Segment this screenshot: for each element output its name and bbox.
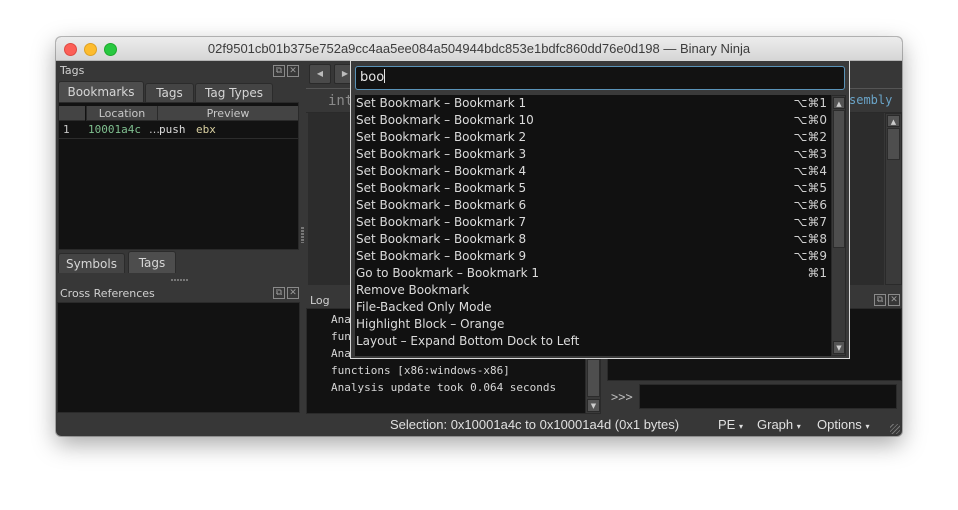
back-button[interactable]: ◀ <box>309 64 331 84</box>
command-item[interactable]: Set Bookmark – Bookmark 3 ⌥⌘3 <box>356 146 827 163</box>
chevron-down-icon: ▾ <box>738 422 743 431</box>
log-scroll-thumb[interactable] <box>587 359 600 397</box>
back-arrow-icon: ◀ <box>316 69 324 78</box>
log-pane-controls: ⧉ ✕ <box>874 294 900 306</box>
graph-view-scrollbar[interactable]: ▲ <box>885 113 902 285</box>
options-menu[interactable]: Options ▾ <box>817 417 869 432</box>
shortcut: ⌥⌘1 <box>793 96 827 110</box>
row-preview-op: push <box>159 123 186 136</box>
log-line: functions [x86:windows-x86] <box>331 364 510 377</box>
command-item[interactable]: Set Bookmark – Bookmark 5 ⌥⌘5 <box>356 180 827 197</box>
row-location: 10001a4c <box>88 123 141 136</box>
scroll-thumb[interactable] <box>833 110 845 248</box>
tab-bookmarks[interactable]: Bookmarks <box>58 81 144 102</box>
command-item[interactable]: Set Bookmark – Bookmark 9 ⌥⌘9 <box>356 248 827 265</box>
bookmarks-table: Location Preview 1 10001a4c … push ebx <box>58 102 299 250</box>
row-preview-arg: ebx <box>196 123 216 136</box>
command-item[interactable]: Remove Bookmark <box>356 282 827 299</box>
row-index: 1 <box>63 123 70 136</box>
horizontal-splitter-handle[interactable] <box>171 279 188 281</box>
log-line: Ana <box>331 347 351 360</box>
command-item[interactable]: Go to Bookmark – Bookmark 1 ⌘1 <box>356 265 827 282</box>
selection-status: Selection: 0x10001a4c to 0x10001a4d (0x1… <box>390 417 680 432</box>
command-list: Set Bookmark – Bookmark 1 ⌥⌘1 Set Bookmar… <box>355 95 831 356</box>
close-pane-icon[interactable]: ✕ <box>287 65 299 77</box>
cross-references-title: Cross References <box>60 287 155 300</box>
command-item[interactable]: Set Bookmark – Bookmark 2 ⌥⌘2 <box>356 129 827 146</box>
command-item[interactable]: Layout – Expand Bottom Dock to Left <box>356 333 827 350</box>
command-item[interactable]: Highlight Block – Orange <box>356 316 827 333</box>
xrefs-pane-controls: ⧉ ✕ <box>273 287 299 299</box>
shortcut: ⌥⌘4 <box>793 164 827 178</box>
shortcut: ⌥⌘6 <box>793 198 827 212</box>
log-line: fun <box>331 330 351 343</box>
close-pane-icon[interactable]: ✕ <box>287 287 299 299</box>
title-bar: 02f9501cb01b375e752a9cc4aa5ee084a504944b… <box>56 37 902 61</box>
command-item[interactable]: File-Backed Only Mode <box>356 299 827 316</box>
close-pane-icon[interactable]: ✕ <box>888 294 900 306</box>
float-pane-icon[interactable]: ⧉ <box>273 287 285 299</box>
shortcut: ⌥⌘3 <box>793 147 827 161</box>
tags-pane-title: Tags <box>60 64 85 77</box>
tags-pane-controls: ⧉ ✕ <box>273 65 299 77</box>
command-item[interactable]: Set Bookmark – Bookmark 1 ⌥⌘1 <box>356 95 827 112</box>
shortcut: ⌥⌘8 <box>793 232 827 246</box>
command-list-scrollbar[interactable]: ▲ ▼ <box>831 95 846 356</box>
column-header-location[interactable]: Location <box>86 106 157 121</box>
graph-menu[interactable]: Graph ▾ <box>757 417 801 432</box>
scroll-down-button[interactable]: ▼ <box>833 341 845 354</box>
tab-tags[interactable]: Tags <box>145 83 194 102</box>
vertical-splitter-handle[interactable] <box>301 227 304 243</box>
log-line: Analysis update took 0.064 seconds <box>331 381 557 394</box>
command-item[interactable]: Set Bookmark – Bookmark 8 ⌥⌘8 <box>356 231 827 248</box>
command-item[interactable]: Set Bookmark – Bookmark 7 ⌥⌘7 <box>356 214 827 231</box>
scroll-up-button[interactable]: ▲ <box>833 97 845 109</box>
shortcut: ⌘1 <box>807 266 827 280</box>
scroll-thumb[interactable] <box>887 128 900 160</box>
shortcut: ⌥⌘2 <box>793 130 827 144</box>
pe-menu[interactable]: PE ▾ <box>718 417 743 432</box>
float-pane-icon[interactable]: ⧉ <box>874 294 886 306</box>
float-pane-icon[interactable]: ⧉ <box>273 65 285 77</box>
tab-tags-bottom[interactable]: Tags <box>128 251 176 273</box>
scroll-up-button[interactable]: ▲ <box>887 115 900 127</box>
shortcut: ⌥⌘5 <box>793 181 827 195</box>
tab-symbols[interactable]: Symbols <box>58 253 125 273</box>
command-item[interactable]: Set Bookmark – Bookmark 4 ⌥⌘4 <box>356 163 827 180</box>
command-item[interactable]: Set Bookmark – Bookmark 10 ⌥⌘0 <box>356 112 827 129</box>
column-header-index[interactable] <box>59 106 85 121</box>
text-caret <box>384 69 386 83</box>
shortcut: ⌥⌘0 <box>793 113 827 127</box>
view-type-partial-right[interactable]: sembly <box>849 93 892 107</box>
tab-tag-types[interactable]: Tag Types <box>195 83 273 102</box>
table-row[interactable]: 1 10001a4c … push ebx <box>59 122 298 139</box>
shortcut: ⌥⌘9 <box>793 249 827 263</box>
command-palette: boo Set Bookmark – Bookmark 1 ⌥⌘1 Set Boo… <box>350 60 850 359</box>
log-line: Ana <box>331 313 351 326</box>
command-item[interactable]: Set Bookmark – Bookmark 6 ⌥⌘6 <box>356 197 827 214</box>
log-scroll-down-button[interactable]: ▼ <box>587 399 600 412</box>
column-header-preview[interactable]: Preview <box>157 106 298 121</box>
window-title: 02f9501cb01b375e752a9cc4aa5ee084a504944b… <box>207 41 751 56</box>
python-prompt: >>> <box>611 390 633 404</box>
command-search-input[interactable]: boo <box>355 66 845 90</box>
chevron-down-icon: ▾ <box>796 422 801 431</box>
shortcut: ⌥⌘7 <box>793 215 827 229</box>
log-pane-title: Log <box>310 294 330 307</box>
resize-grip-icon[interactable] <box>890 424 900 434</box>
chevron-down-icon: ▾ <box>865 422 870 431</box>
cross-references-panel <box>57 302 300 413</box>
python-console-input[interactable] <box>639 384 897 409</box>
forward-arrow-icon: ▶ <box>341 69 349 78</box>
